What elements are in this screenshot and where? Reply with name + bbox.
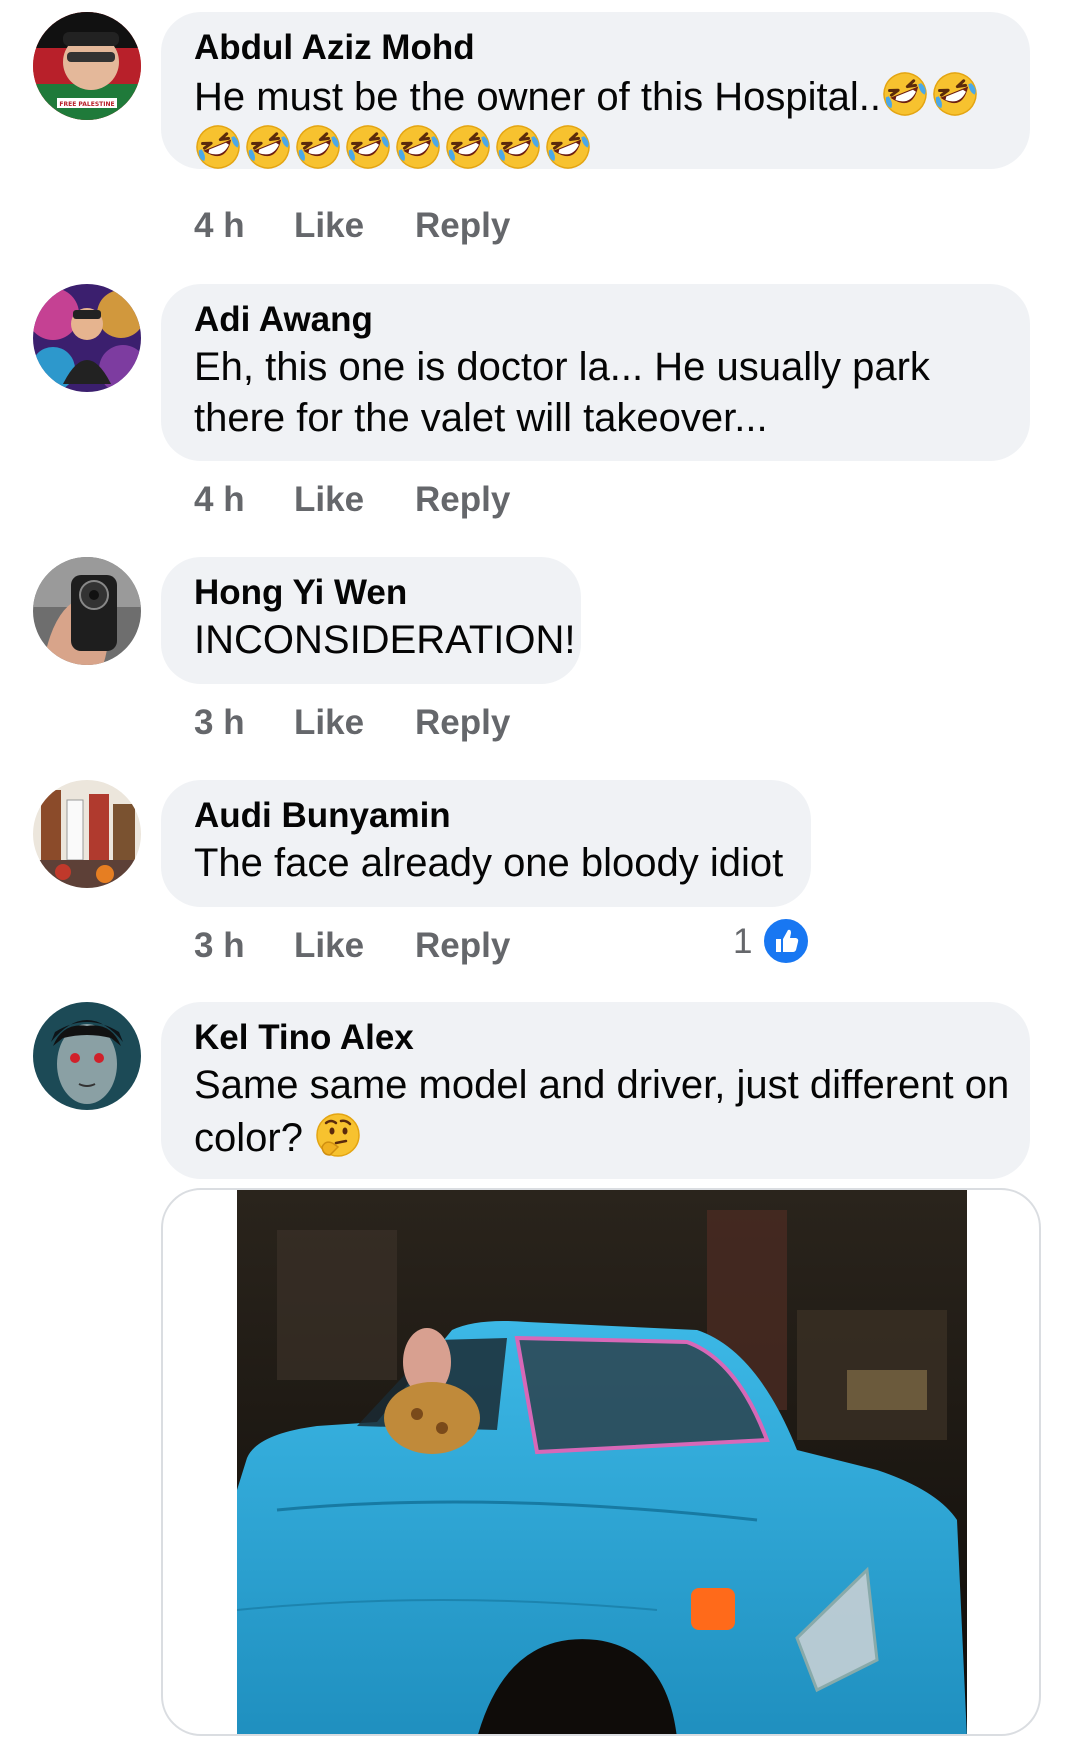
comment-bubble: Hong Yi Wen INCONSIDERATION! [161,557,581,684]
comment-author[interactable]: Audi Bunyamin [194,794,777,838]
avatar-image: FREE PALESTINE [33,12,141,120]
comment-timestamp[interactable]: 4 h [194,480,245,520]
avatar[interactable] [33,557,141,665]
attachment-photo[interactable] [237,1190,967,1734]
comment-text: color? [194,1111,996,1164]
reply-button[interactable]: Reply [415,206,510,246]
comment-author[interactable]: Hong Yi Wen [194,571,547,615]
avatar-image [33,284,141,392]
comment-author[interactable]: Adi Awang [194,298,996,342]
avatar-image [33,1002,141,1110]
laugh-emoji-icon [294,123,342,171]
thumbs-up-icon[interactable] [762,917,810,965]
comment-bubble: Abdul Aziz Mohd He must be the owner of … [161,12,1030,169]
laugh-emoji-icon [544,123,592,171]
comment-text-line: there for the valet will takeover... [194,396,768,440]
laugh-emoji-icon [494,123,542,171]
comment-text: He must be the owner of this Hospital.. [194,70,996,123]
comment-text-line: He must be the owner of this Hospital.. [194,75,881,119]
comment-text-line: color? [194,1116,303,1160]
comment-emoji-row [194,123,996,176]
laugh-emoji-icon [394,123,442,171]
avatar[interactable] [33,780,141,888]
like-button[interactable]: Like [294,206,364,246]
reply-button[interactable]: Reply [415,703,510,743]
comment-bubble: Adi Awang Eh, this one is doctor la... H… [161,284,1030,461]
comment-author[interactable]: Kel Tino Alex [194,1016,996,1060]
laugh-emoji-icon [244,123,292,171]
comment-text-line: INCONSIDERATION! [194,618,576,662]
laugh-emoji-icon [881,70,929,118]
car-photo-image [237,1190,967,1734]
avatar-image [33,780,141,888]
laugh-emoji-icon [194,123,242,171]
comment-author[interactable]: Abdul Aziz Mohd [194,26,996,70]
reply-button[interactable]: Reply [415,926,510,966]
laugh-emoji-icon [931,70,979,118]
comment-timestamp[interactable]: 3 h [194,703,245,743]
like-button[interactable]: Like [294,480,364,520]
comment-text-line: Eh, this one is doctor la... He usually … [194,345,930,389]
comment-timestamp[interactable]: 3 h [194,926,245,966]
laugh-emoji-icon [344,123,392,171]
like-button[interactable]: Like [294,703,364,743]
thinking-emoji-icon [314,1111,362,1159]
comment-timestamp[interactable]: 4 h [194,206,245,246]
avatar[interactable] [33,1002,141,1110]
avatar[interactable]: FREE PALESTINE [33,12,141,120]
avatar-badge-text: FREE PALESTINE [59,101,114,108]
avatar-image [33,557,141,665]
reaction-count[interactable]: 1 [733,922,752,962]
comment-text-line: The face already one bloody idiot [194,841,784,885]
comment-text-line: Same same model and driver, just differe… [194,1063,1010,1107]
like-button[interactable]: Like [294,926,364,966]
avatar[interactable] [33,284,141,392]
laugh-emoji-icon [444,123,492,171]
reply-button[interactable]: Reply [415,480,510,520]
comment-bubble: Kel Tino Alex Same same model and driver… [161,1002,1030,1179]
comment-bubble: Audi Bunyamin The face already one blood… [161,780,811,907]
comment-attachment[interactable] [161,1188,1041,1736]
